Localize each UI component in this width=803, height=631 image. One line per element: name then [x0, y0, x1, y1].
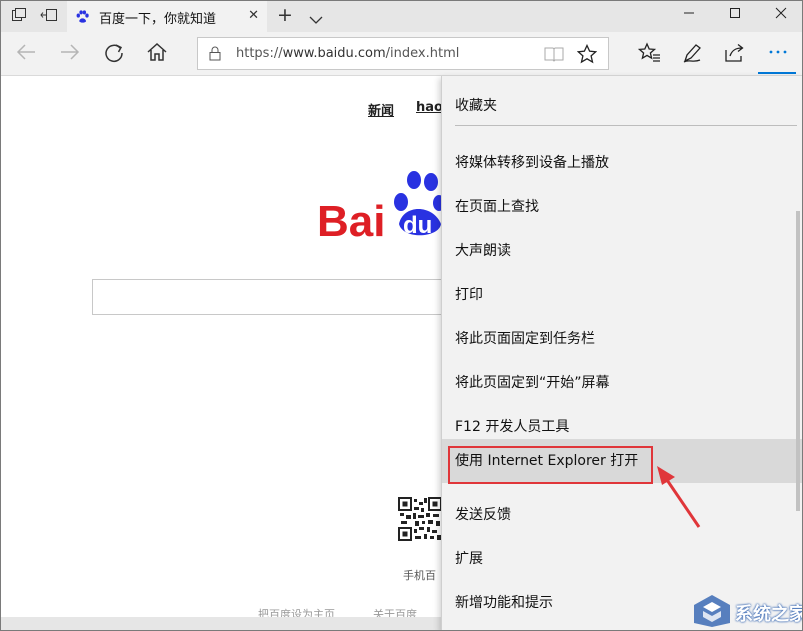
- menu-item-pin-to-taskbar[interactable]: 将此页面固定到任务栏: [442, 317, 802, 361]
- more-button-active-indicator: [758, 72, 796, 74]
- tab-title: 百度一下，你就知道: [99, 12, 217, 27]
- maximize-icon[interactable]: [723, 5, 747, 27]
- baidu-logo: Bai du: [317, 171, 442, 246]
- back-icon[interactable]: [13, 42, 39, 66]
- menu-item-print[interactable]: 打印: [442, 273, 802, 317]
- menu-item-pin-to-start[interactable]: 将此页固定到“开始”屏幕: [442, 361, 802, 405]
- svg-text:Bai: Bai: [317, 197, 385, 246]
- menu-item-cast-media[interactable]: 将媒体转移到设备上播放: [442, 141, 802, 185]
- more-icon[interactable]: [765, 42, 791, 66]
- favorites-hub-icon[interactable]: [637, 42, 663, 66]
- hao123-link[interactable]: hao: [416, 100, 443, 115]
- lock-icon: [209, 46, 221, 61]
- tab-strip: 百度一下，你就知道 ✕ +: [1, 1, 802, 32]
- menu-separator: [455, 125, 797, 126]
- browser-window: 百度一下，你就知道 ✕ + https://www.baidu.com/inde…: [0, 0, 803, 631]
- restore-tabs-icon[interactable]: [39, 7, 59, 27]
- reading-view-icon[interactable]: [544, 46, 564, 62]
- menu-item-send-feedback[interactable]: 发送反馈: [442, 493, 802, 537]
- notes-icon[interactable]: [679, 42, 705, 66]
- chevron-down-icon[interactable]: [309, 10, 323, 29]
- navigation-bar: https://www.baidu.com/index.html: [1, 32, 802, 76]
- watermark: 系统之家: [691, 593, 802, 630]
- close-tab-icon[interactable]: ✕: [248, 8, 259, 23]
- pointer-arrow-icon: [657, 466, 701, 528]
- menu-item-extensions[interactable]: 扩展: [442, 537, 802, 581]
- horizontal-scrollbar[interactable]: [1, 617, 441, 630]
- more-menu: 收藏夹 将媒体转移到设备上播放 在页面上查找 大声朗读 打印 将此页面固定到任务…: [441, 76, 802, 630]
- home-icon[interactable]: [144, 42, 170, 66]
- news-link[interactable]: 新闻: [368, 100, 394, 119]
- baidu-paw-icon: [76, 10, 89, 23]
- search-input[interactable]: [92, 279, 452, 315]
- menu-item-read-aloud[interactable]: 大声朗读: [442, 229, 802, 273]
- url-text: https://www.baidu.com/index.html: [236, 46, 460, 61]
- new-tab-icon[interactable]: +: [277, 4, 293, 26]
- set-aside-tabs-icon[interactable]: [9, 7, 29, 27]
- watermark-logo-icon: [694, 595, 730, 627]
- minimize-icon[interactable]: [677, 5, 701, 27]
- qr-caption: 手机百: [403, 569, 436, 582]
- address-bar[interactable]: https://www.baidu.com/index.html: [197, 37, 609, 70]
- highlight-box: [448, 446, 653, 484]
- forward-icon[interactable]: [57, 42, 83, 66]
- close-window-icon[interactable]: [769, 5, 793, 27]
- menu-item-find-on-page[interactable]: 在页面上查找: [442, 185, 802, 229]
- favorite-star-icon[interactable]: [577, 44, 597, 64]
- qr-code-icon: [398, 497, 442, 541]
- share-icon[interactable]: [721, 42, 747, 66]
- svg-text:du: du: [403, 212, 432, 239]
- refresh-icon[interactable]: [101, 42, 127, 66]
- menu-scrollbar[interactable]: [796, 211, 800, 511]
- active-tab[interactable]: 百度一下，你就知道 ✕: [67, 1, 267, 32]
- menu-item-favorites[interactable]: 收藏夹: [442, 84, 802, 128]
- watermark-text: 系统之家: [735, 604, 803, 625]
